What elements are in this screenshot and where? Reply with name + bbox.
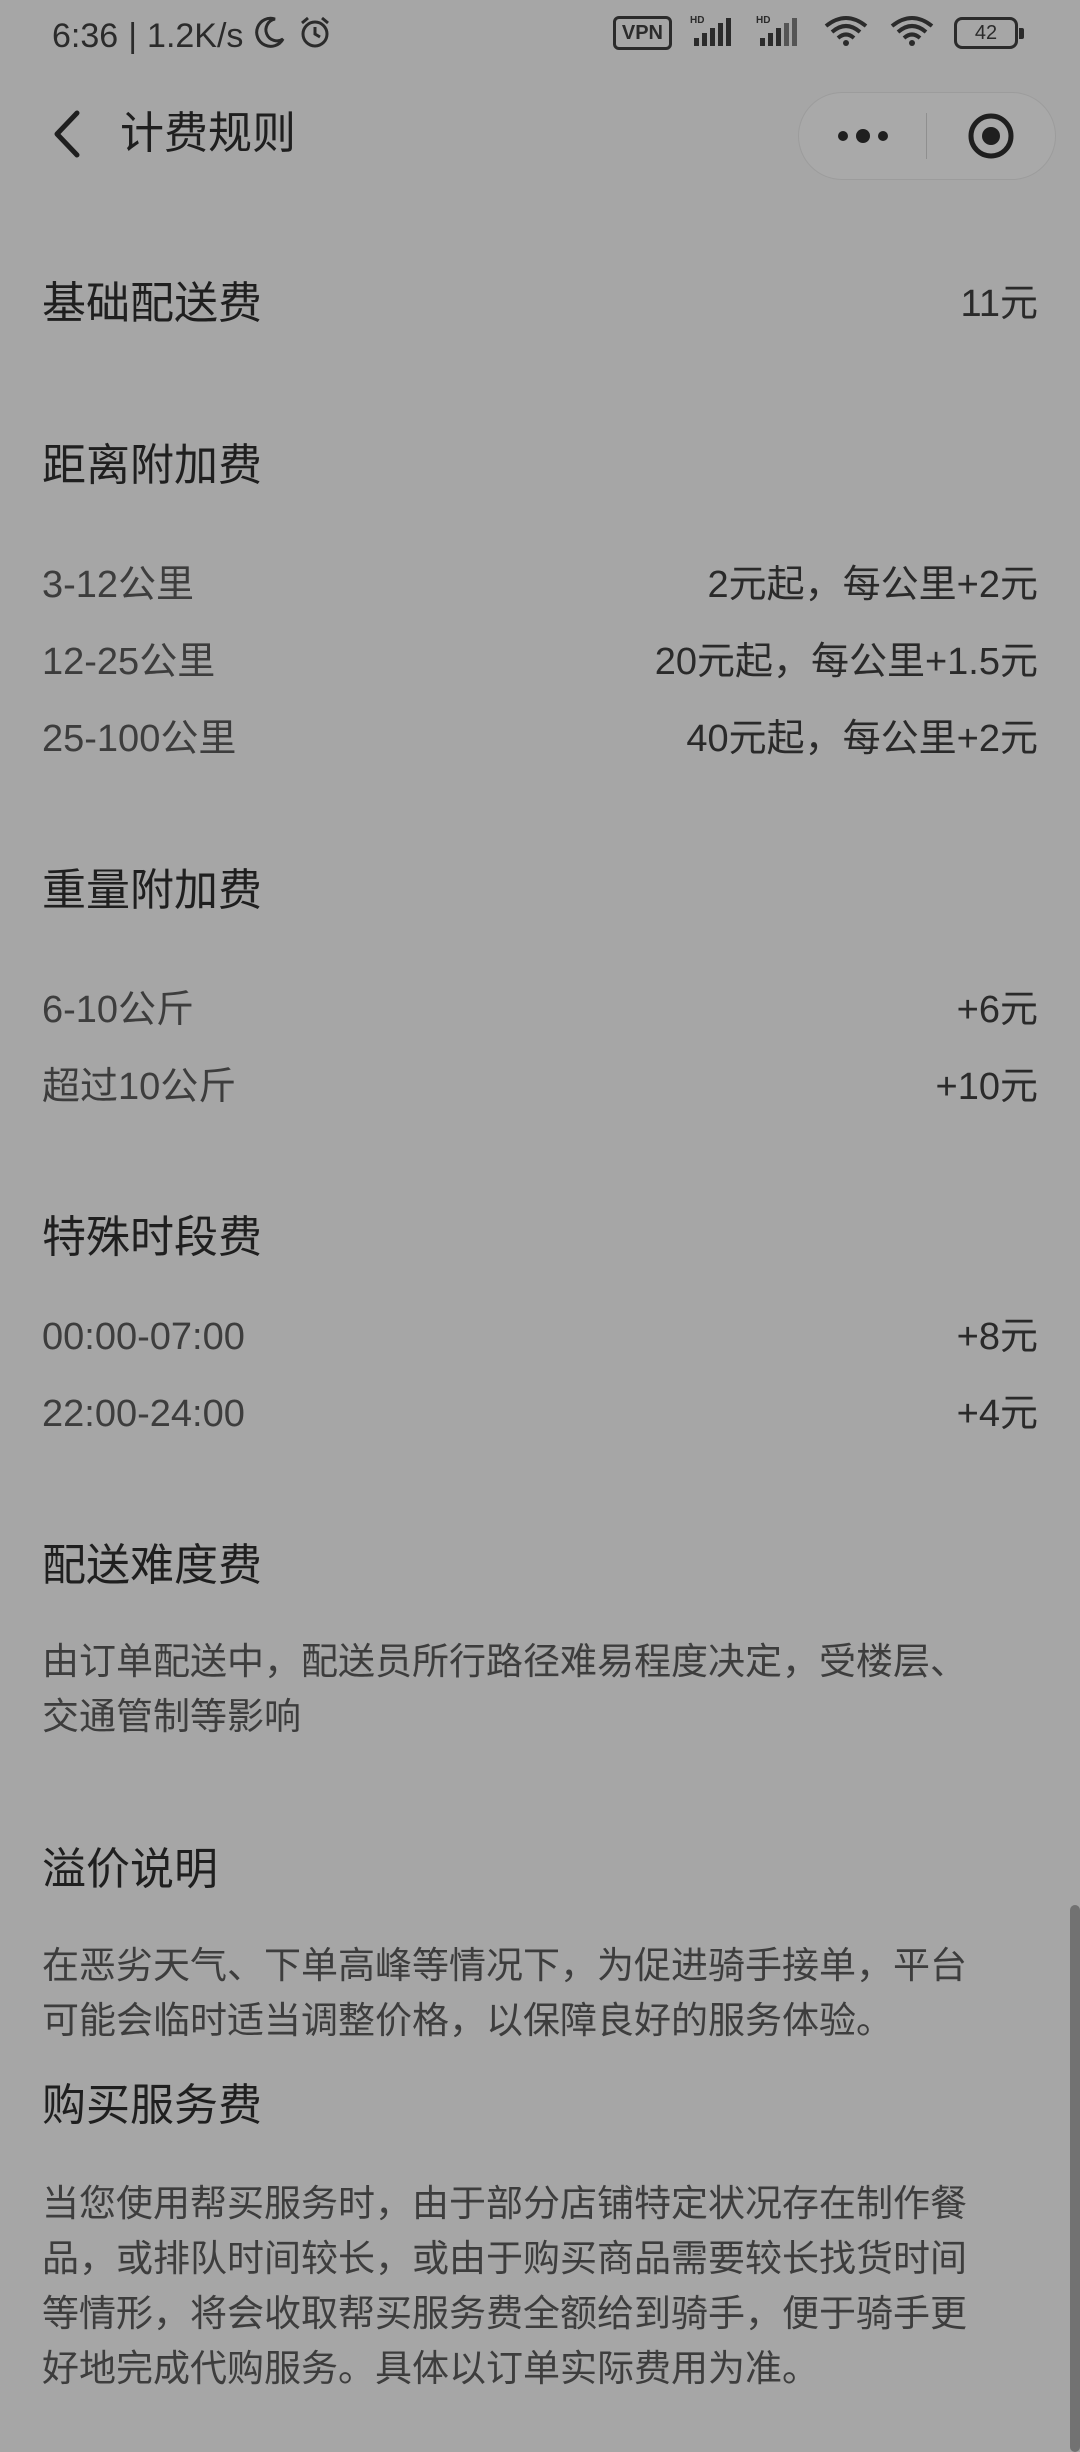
more-dots-icon — [837, 129, 888, 143]
distance-row-label: 12-25公里 — [42, 641, 216, 683]
back-button[interactable] — [36, 104, 96, 164]
moon-icon — [253, 15, 287, 58]
purchase-line: 好地完成代购服务。具体以订单实际费用为准。 — [42, 2347, 819, 2390]
wifi-icon — [822, 14, 870, 52]
battery-icon: 42 — [954, 17, 1024, 49]
status-time: 6:36 — [52, 17, 119, 55]
weight-row-value: +6元 — [956, 989, 1038, 1031]
signal-icon-2: HD — [756, 14, 804, 52]
difficulty-line: 由订单配送中，配送员所行路径难易程度决定，受楼层、 — [42, 1640, 967, 1683]
svg-text:HD: HD — [690, 15, 704, 26]
signal-icon: HD — [690, 14, 738, 52]
scrollbar[interactable] — [1070, 1905, 1080, 2452]
distance-row-label: 25-100公里 — [42, 718, 237, 760]
status-right: VPN HD HD 42 — [612, 14, 1024, 52]
section-title-special-time: 特殊时段费 — [42, 1212, 262, 1263]
weight-row-label: 超过10公斤 — [42, 1066, 237, 1108]
time-row-label: 00:00-07:00 — [42, 1316, 245, 1358]
section-title-difficulty: 配送难度费 — [42, 1540, 262, 1591]
base-fee-value: 11元 — [960, 283, 1038, 325]
section-title-purchase: 购买服务费 — [42, 2080, 262, 2131]
status-left: 6:36 | 1.2K/s — [52, 14, 333, 59]
premium-line: 可能会临时适当调整价格，以保障良好的服务体验。 — [42, 1999, 893, 2042]
more-button[interactable] — [799, 93, 926, 179]
premium-description: 在恶劣天气、下单高峰等情况下，为促进骑手接单，平台 可能会临时适当调整价格，以保… — [42, 1938, 1038, 2048]
purchase-line: 等情形，将会收取帮买服务费全额给到骑手，便于骑手更 — [42, 2292, 967, 2335]
chevron-left-icon — [54, 110, 80, 158]
purchase-description: 当您使用帮买服务时，由于部分店铺特定状况存在制作餐 品，或排队时间较长，或由于购… — [42, 2176, 1038, 2396]
vpn-badge: VPN — [612, 16, 672, 50]
alarm-icon — [297, 14, 333, 59]
purchase-line: 品，或排队时间较长，或由于购买商品需要较长找货时间 — [42, 2237, 967, 2280]
miniprogram-capsule — [798, 92, 1056, 180]
section-title-weight: 重量附加费 — [42, 865, 262, 916]
distance-row-value: 20元起，每公里+1.5元 — [654, 641, 1038, 683]
section-title-premium: 溢价说明 — [42, 1844, 218, 1895]
target-circle-icon — [968, 113, 1013, 159]
status-divider: | — [128, 17, 138, 55]
time-row-label: 22:00-24:00 — [42, 1393, 245, 1435]
distance-row-label: 3-12公里 — [42, 564, 195, 606]
time-row-value: +8元 — [956, 1316, 1038, 1358]
distance-row-value: 40元起，每公里+2元 — [686, 718, 1038, 760]
purchase-line: 当您使用帮买服务时，由于部分店铺特定状况存在制作餐 — [42, 2182, 967, 2225]
difficulty-description: 由订单配送中，配送员所行路径难易程度决定，受楼层、 交通管制等影响 — [42, 1634, 1038, 1744]
distance-row-value: 2元起，每公里+2元 — [707, 564, 1038, 606]
page-title: 计费规则 — [120, 108, 296, 159]
wifi-icon-2 — [888, 14, 936, 52]
status-bar: 6:36 | 1.2K/s VPN HD HD 42 — [0, 0, 1080, 76]
weight-row-value: +10元 — [935, 1066, 1038, 1108]
difficulty-line: 交通管制等影响 — [42, 1695, 301, 1738]
close-miniprogram-button[interactable] — [927, 93, 1054, 179]
time-row-value: +4元 — [956, 1393, 1038, 1435]
network-speed: 1.2K/s — [147, 17, 244, 55]
weight-row-label: 6-10公斤 — [42, 989, 195, 1031]
nav-bar: 计费规则 — [0, 80, 1080, 190]
section-title-base: 基础配送费 — [42, 278, 262, 329]
premium-line: 在恶劣天气、下单高峰等情况下，为促进骑手接单，平台 — [42, 1944, 967, 1987]
section-title-distance: 距离附加费 — [42, 440, 262, 491]
svg-text:HD: HD — [756, 15, 770, 26]
